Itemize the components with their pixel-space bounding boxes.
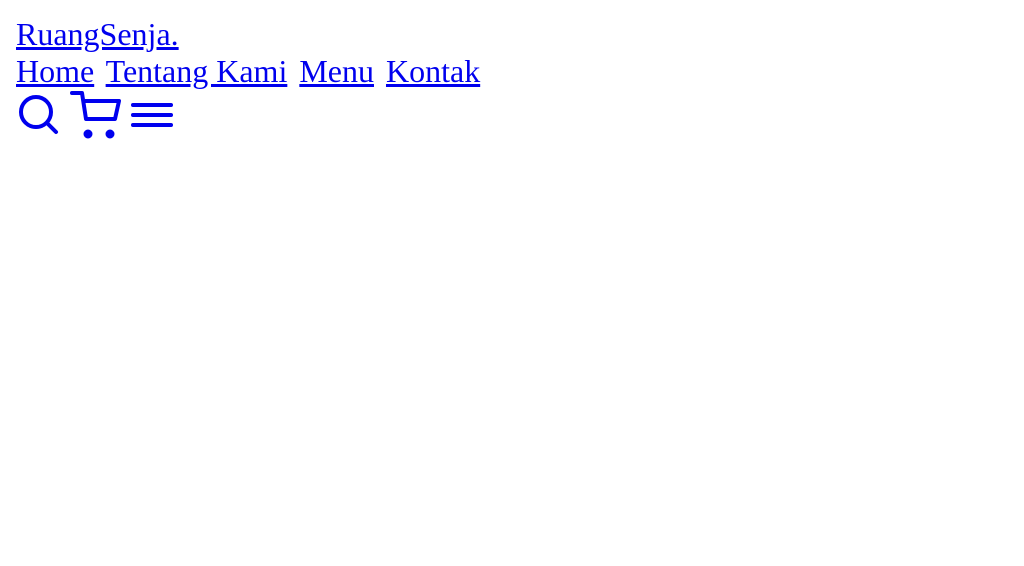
- nav-link-tentang-kami[interactable]: Tentang Kami: [106, 53, 288, 89]
- shopping-cart-icon: [70, 91, 121, 139]
- nav-link-menu[interactable]: Menu: [299, 53, 374, 89]
- page: RuangSenja. Home Tentang Kami Menu Konta…: [0, 0, 1024, 566]
- nav-link-kontak[interactable]: Kontak: [386, 53, 480, 89]
- navbar-extra-icons: [16, 90, 1008, 140]
- search-icon: [19, 95, 58, 134]
- shopping-cart-button[interactable]: [70, 90, 122, 140]
- nav-link-home[interactable]: Home: [16, 53, 94, 89]
- hamburger-menu-button[interactable]: [130, 95, 174, 135]
- search-button[interactable]: [16, 92, 62, 138]
- navbar: RuangSenja. Home Tentang Kami Menu Konta…: [16, 16, 1008, 140]
- hamburger-menu-icon: [131, 103, 173, 127]
- navbar-nav: Home Tentang Kami Menu Kontak: [16, 53, 1008, 90]
- navbar-logo-link[interactable]: RuangSenja.: [16, 16, 179, 53]
